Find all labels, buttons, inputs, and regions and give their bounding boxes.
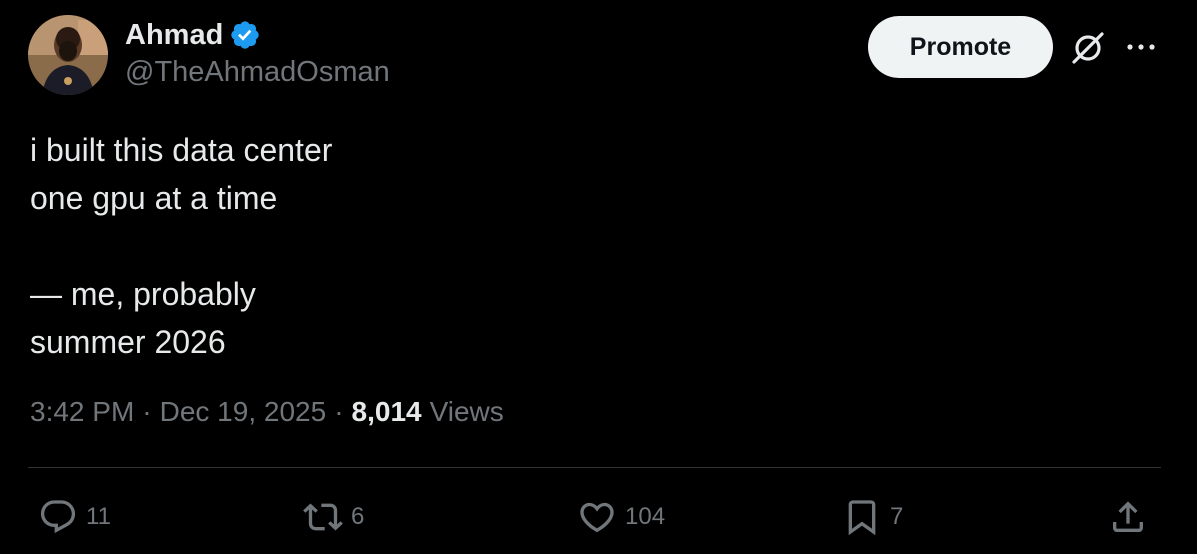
meta-separator: · bbox=[142, 396, 152, 427]
tweet-text-line bbox=[30, 222, 332, 270]
author-name-row: Ahmad bbox=[125, 16, 261, 54]
meta-separator: · bbox=[334, 396, 344, 427]
repost-button[interactable]: 6 bbox=[303, 495, 364, 539]
avatar[interactable] bbox=[28, 15, 108, 95]
tweet-text-line: — me, probably bbox=[30, 276, 256, 312]
bookmark-button[interactable]: 7 bbox=[842, 495, 903, 539]
reply-count: 11 bbox=[86, 503, 111, 530]
tweet-text-line: one gpu at a time bbox=[30, 180, 278, 216]
tweet-text: i built this data center one gpu at a ti… bbox=[30, 126, 332, 366]
tweet-text-line: summer 2026 bbox=[30, 324, 226, 360]
reply-icon bbox=[40, 500, 76, 534]
verified-badge-icon[interactable] bbox=[229, 19, 261, 51]
like-button[interactable]: 104 bbox=[577, 495, 665, 539]
tweet-card: Ahmad @TheAhmadOsman Promote i built thi… bbox=[0, 0, 1197, 554]
tweet-date[interactable]: Dec 19, 2025 bbox=[160, 396, 327, 428]
repost-count: 6 bbox=[351, 503, 365, 530]
bookmark-count: 7 bbox=[890, 503, 904, 530]
tweet-text-line: i built this data center bbox=[30, 132, 333, 168]
bookmark-icon bbox=[848, 500, 876, 536]
views-count: 8,014 bbox=[351, 396, 422, 427]
promote-button[interactable]: Promote bbox=[868, 16, 1053, 78]
views-label: Views bbox=[429, 396, 504, 427]
reply-button[interactable]: 11 bbox=[38, 495, 111, 539]
share-icon bbox=[1113, 501, 1143, 532]
like-count: 104 bbox=[625, 503, 666, 530]
divider bbox=[28, 467, 1161, 468]
share-button[interactable] bbox=[1108, 495, 1148, 539]
repost-icon bbox=[303, 503, 343, 531]
heart-icon bbox=[580, 502, 614, 533]
tweet-meta: 3:42 PM · Dec 19, 2025 · 8,014 Views bbox=[30, 396, 504, 428]
author-handle[interactable]: @TheAhmadOsman bbox=[125, 56, 390, 89]
grok-icon[interactable] bbox=[1068, 28, 1108, 68]
author-display-name[interactable]: Ahmad bbox=[125, 19, 223, 52]
tweet-time[interactable]: 3:42 PM bbox=[30, 396, 134, 428]
more-horizontal-icon[interactable] bbox=[1124, 30, 1158, 64]
